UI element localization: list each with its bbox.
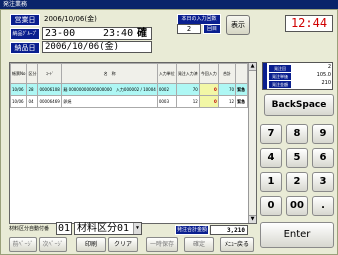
col-header-done: 発注入力済 (175, 63, 200, 84)
col-header-code: ｺｰﾄﾞ (37, 63, 63, 84)
cell-name: 麺 00000000000000000 入力000002 / 10004 (61, 83, 158, 96)
cell-done: 12 (175, 95, 200, 108)
chevron-down-icon[interactable]: ▼ (133, 223, 141, 234)
key-6[interactable]: 6 (312, 148, 334, 168)
delivery-time-label: 納品ｸﾞﾙｰﾌﾟ (10, 28, 40, 40)
display-button[interactable]: 表示 (226, 15, 250, 35)
total-label: 発注合計金額 (175, 225, 209, 235)
next-page-button[interactable]: 次ﾍﾟｰｼﾞ (39, 237, 67, 252)
summary-value-0: 2 (327, 64, 331, 70)
total-value: 3,210 (210, 225, 248, 235)
key-4[interactable]: 4 (260, 148, 282, 168)
cell-code: 00006108 (37, 83, 63, 96)
business-date-value: 2006/10/06(金) (44, 15, 97, 23)
summary-label-2: 発注金額 (268, 80, 292, 89)
summary-panel: 発注回 2 発注単価 105.0 発注金額 210 (262, 62, 333, 90)
category-name: 材料区分01 (77, 223, 130, 234)
category-select[interactable]: 材料区分01 ▼ (74, 222, 142, 235)
cell-unit: 0003 (156, 95, 177, 108)
summary-value-2: 210 (321, 80, 331, 86)
table-scrollbar[interactable]: ▲ ▼ (248, 63, 256, 223)
cell-kubun: 28 (26, 83, 39, 96)
key-7[interactable]: 7 (260, 124, 282, 144)
key-dot[interactable]: . (312, 196, 334, 216)
scroll-up-icon[interactable]: ▲ (249, 63, 256, 71)
category-label: 材料区分自動付番 (9, 226, 50, 232)
clear-button[interactable]: クリア (108, 237, 138, 252)
back-to-menu-button[interactable]: ﾒﾆｭｰ戻る (220, 237, 254, 252)
cell-tag: 緊急 (235, 95, 248, 108)
cell-total: 70 (217, 83, 237, 96)
clock: 12:44 (285, 15, 333, 32)
delivery-group: 23-00 (45, 28, 76, 39)
col-header-total: 合計 (217, 63, 237, 84)
delivery-status: 確 (137, 28, 147, 39)
print-button[interactable]: 印刷 (76, 237, 106, 252)
key-5[interactable]: 5 (286, 148, 308, 168)
business-date-label: 営業日 (10, 14, 40, 26)
cell-kubun: 04 (26, 95, 39, 108)
col-header-kubun: 区分 (26, 63, 39, 84)
summary-value-1: 105.0 (316, 72, 331, 78)
delivery-time-box[interactable]: 23-00 23:40 確 (42, 27, 152, 40)
key-3[interactable]: 3 (312, 172, 334, 192)
temp-save-button[interactable]: 一時保存 (146, 237, 178, 252)
delivery-date-label: 納品日 (10, 42, 40, 54)
category-code[interactable]: 01 (56, 222, 72, 235)
cell-now[interactable]: 0 (198, 83, 219, 96)
col-header-unit: 入力単位 (156, 63, 177, 84)
key-00[interactable]: 00 (286, 196, 308, 216)
key-9[interactable]: 9 (312, 124, 334, 144)
table-row[interactable]: 10/06 28 00006108 麺 00000000000000000 入力… (9, 83, 248, 96)
cell-now[interactable]: 0 (198, 95, 219, 108)
cell-total: 12 (217, 95, 237, 108)
cell-unit: 0002 (156, 83, 177, 96)
col-header-tag (235, 63, 248, 84)
cell-done: 70 (175, 83, 200, 96)
col-header-now: 今回入力 (198, 63, 219, 84)
confirm-button[interactable]: 確定 (184, 237, 214, 252)
delivery-date-value: 2006/10/06(金) (42, 41, 152, 53)
backspace-key[interactable]: BackSpace (264, 94, 334, 116)
key-2[interactable]: 2 (286, 172, 308, 192)
order-table: 帳票No 区分 ｺｰﾄﾞ 名 称 入力単位 発注入力済 今回入力 合計 10/0… (9, 62, 257, 224)
summary-sidebar (263, 63, 267, 89)
key-1[interactable]: 1 (260, 172, 282, 192)
col-header-name: 名 称 (61, 63, 158, 84)
window-titlebar: 発注業務 (0, 0, 338, 9)
key-0[interactable]: 0 (260, 196, 282, 216)
cell-no: 10/06 (9, 83, 28, 96)
cell-no: 10/06 (9, 95, 28, 108)
col-header-no: 帳票No (9, 63, 28, 84)
key-8[interactable]: 8 (286, 124, 308, 144)
cell-code: 00006469 (37, 95, 63, 108)
delivery-time: 23:40 (103, 28, 134, 39)
today-count-value: 2 (177, 24, 201, 34)
enter-key[interactable]: Enter (260, 222, 334, 248)
table-row[interactable]: 10/06 04 00006469 卵焼 0003 12 0 12 緊急 (9, 95, 248, 108)
scroll-down-icon[interactable]: ▼ (249, 215, 256, 223)
cell-tag: 緊急 (235, 83, 248, 96)
prev-page-button[interactable]: 前ﾍﾟｰｼﾞ (9, 237, 37, 252)
cell-name: 卵焼 (61, 95, 158, 108)
today-count-unit: 回目 (203, 24, 221, 34)
